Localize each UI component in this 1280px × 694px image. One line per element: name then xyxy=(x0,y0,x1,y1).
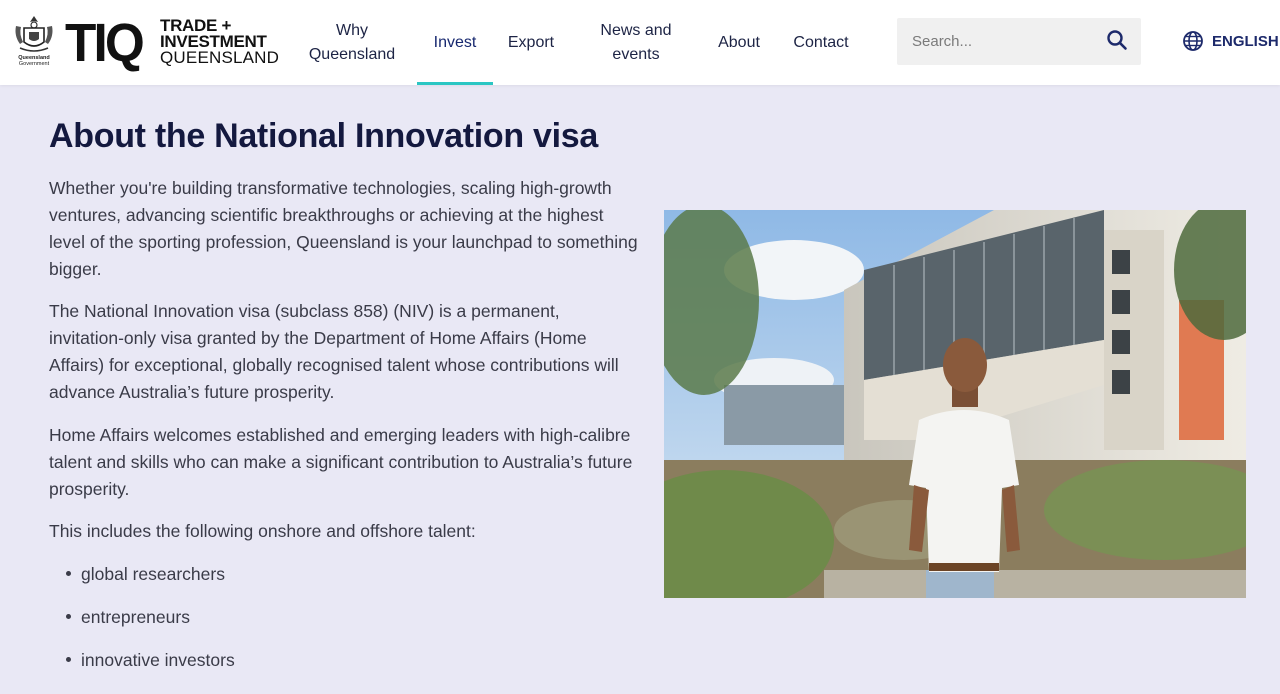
talent-list: global researchers entrepreneurs innovat… xyxy=(64,561,235,690)
language-label: ENGLISH xyxy=(1212,32,1279,50)
hero-photo xyxy=(664,210,1246,598)
queensland-government-label: Queensland Government xyxy=(12,55,56,67)
nav-news-and-events[interactable]: News and events xyxy=(592,0,680,85)
nav-news-line2: events xyxy=(612,45,660,63)
search-input[interactable] xyxy=(897,18,1097,65)
tiq-logo-mark: TIQ xyxy=(65,13,145,73)
search-box xyxy=(897,18,1141,65)
nav-news-line1: News and xyxy=(600,21,672,39)
search-icon[interactable] xyxy=(1106,29,1128,51)
nav-about[interactable]: About xyxy=(710,0,768,85)
qg-label-line2: Government xyxy=(18,61,50,67)
nav-why-line2: Queensland xyxy=(308,45,396,63)
logo-line-queensland: QUEENSLAND xyxy=(160,48,280,67)
tiq-logo-wordmark: TRADE + INVESTMENT QUEENSLAND xyxy=(160,17,280,67)
home-affairs-paragraph: Home Affairs welcomes established and em… xyxy=(49,425,633,499)
page-title: About the National Innovation visa xyxy=(49,117,598,155)
list-item: entrepreneurs xyxy=(64,604,235,647)
nav-invest[interactable]: Invest xyxy=(417,0,493,85)
talent-intro-paragraph: This includes the following onshore and … xyxy=(49,521,476,541)
list-item: global researchers xyxy=(64,561,235,604)
nav-export[interactable]: Export xyxy=(500,0,562,85)
nav-why-queensland[interactable]: Why Queensland xyxy=(300,0,404,85)
globe-icon xyxy=(1183,31,1203,51)
nav-why-line1: Why xyxy=(335,21,368,39)
intro-paragraph: Whether you're building transformative t… xyxy=(49,178,638,279)
coat-of-arms-icon xyxy=(15,16,53,52)
nav-contact[interactable]: Contact xyxy=(784,0,858,85)
niv-description-paragraph: The National Innovation visa (subclass 8… xyxy=(49,301,619,402)
site-header: Queensland Government TIQ TRADE + INVEST… xyxy=(0,0,1280,85)
list-item: innovative investors xyxy=(64,647,235,690)
language-selector[interactable]: ENGLISH xyxy=(1182,30,1279,52)
